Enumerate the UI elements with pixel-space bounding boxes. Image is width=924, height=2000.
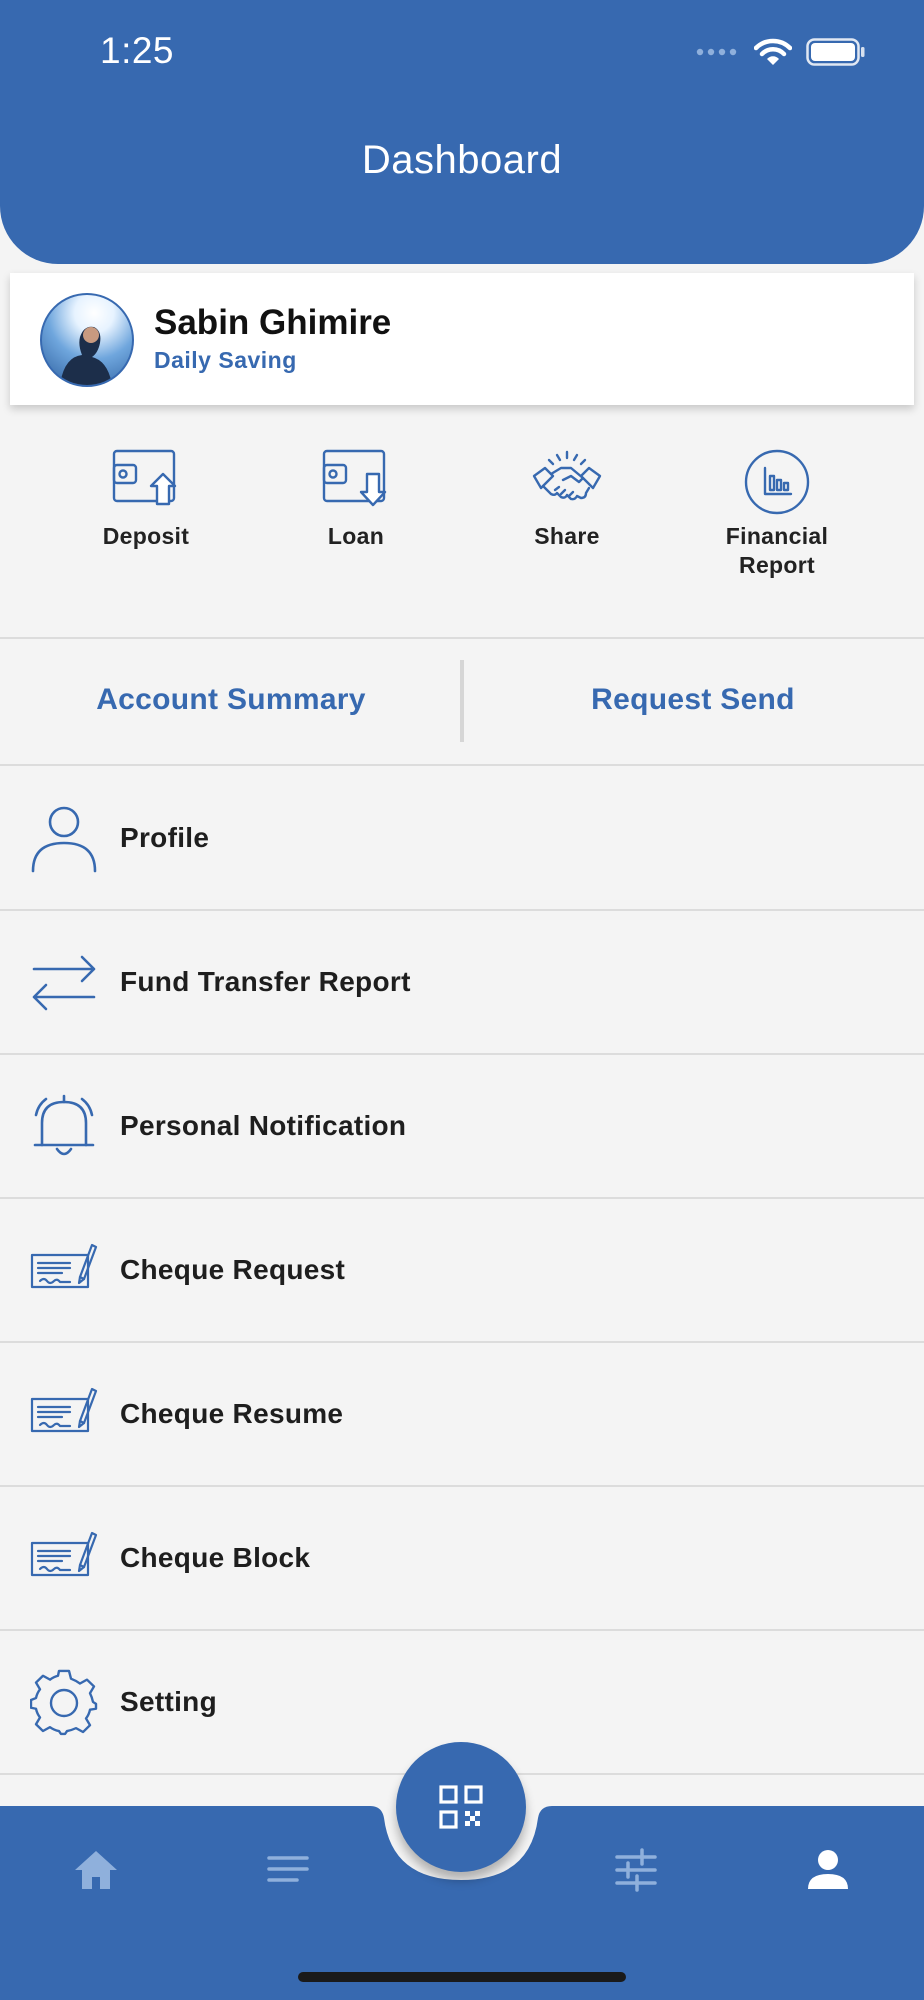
transfer-arrows-icon	[32, 955, 96, 1011]
home-icon[interactable]	[71, 1845, 121, 1895]
status-icons	[696, 36, 866, 68]
wallet-download-icon	[322, 449, 387, 507]
menu-item-personal-notification[interactable]: Personal Notification	[0, 1055, 924, 1199]
user-icon	[31, 806, 97, 873]
divider	[0, 764, 924, 766]
avatar	[40, 293, 134, 387]
signal-icon	[696, 48, 737, 56]
menu-label: Setting	[120, 1686, 217, 1717]
menu-label: Cheque Request	[120, 1254, 346, 1285]
quick-action-label: Share	[534, 523, 600, 549]
tab-account-summary[interactable]: Account Summary	[0, 660, 462, 740]
wallet-upload-icon	[112, 449, 177, 506]
home-indicator	[298, 1972, 626, 1982]
page-title: Dashboard	[361, 138, 563, 182]
menu-label: Profile	[120, 822, 210, 853]
cheque-icon	[30, 1387, 98, 1433]
qr-scan-button[interactable]	[396, 1742, 526, 1872]
tab-request-send[interactable]: Request Send	[462, 660, 924, 740]
cheque-icon	[30, 1531, 98, 1577]
bell-icon	[33, 1094, 95, 1156]
menu-item-cheque-resume[interactable]: Cheque Resume	[0, 1343, 924, 1487]
menu-item-profile[interactable]: Profile	[0, 767, 924, 911]
cheque-icon	[30, 1243, 98, 1289]
quick-action-loan[interactable]: Loan	[256, 448, 456, 551]
sliders-icon[interactable]	[611, 1845, 661, 1895]
quick-action-label: Deposit	[102, 523, 190, 549]
menu-item-fund-transfer-report[interactable]: Fund Transfer Report	[0, 911, 924, 1055]
quick-action-label: Loan	[327, 523, 385, 549]
menu-label: Personal Notification	[120, 1110, 407, 1141]
menu-label: Fund Transfer Report	[120, 966, 411, 997]
wifi-icon	[754, 38, 792, 65]
menu-item-cheque-block[interactable]: Cheque Block	[0, 1487, 924, 1631]
user-name: Sabin Ghimire	[154, 303, 392, 342]
menu-lines-icon[interactable]	[263, 1845, 313, 1895]
menu-item-cheque-request[interactable]: Cheque Request	[0, 1199, 924, 1343]
handshake-icon	[532, 450, 602, 501]
status-time: 1:25	[100, 30, 175, 71]
account-type: Daily Saving	[154, 347, 297, 373]
menu-label: Cheque Block	[120, 1542, 311, 1573]
battery-icon	[806, 38, 865, 66]
quick-action-share[interactable]: Share	[467, 448, 667, 551]
header-bar: 1:25 Dashboard	[0, 0, 924, 264]
quick-action-deposit[interactable]: Deposit	[46, 448, 246, 551]
gear-icon	[30, 1669, 98, 1736]
person-icon[interactable]	[803, 1845, 853, 1895]
quick-action-financial-report[interactable]: Financial Report	[677, 448, 877, 580]
profile-card[interactable]: Sabin Ghimire Daily Saving	[10, 273, 914, 405]
quick-action-label: Financial Report	[725, 523, 829, 578]
divider	[0, 637, 924, 639]
qr-code-icon	[439, 1785, 483, 1829]
menu-label: Cheque Resume	[120, 1398, 344, 1429]
bar-chart-icon	[744, 449, 810, 515]
